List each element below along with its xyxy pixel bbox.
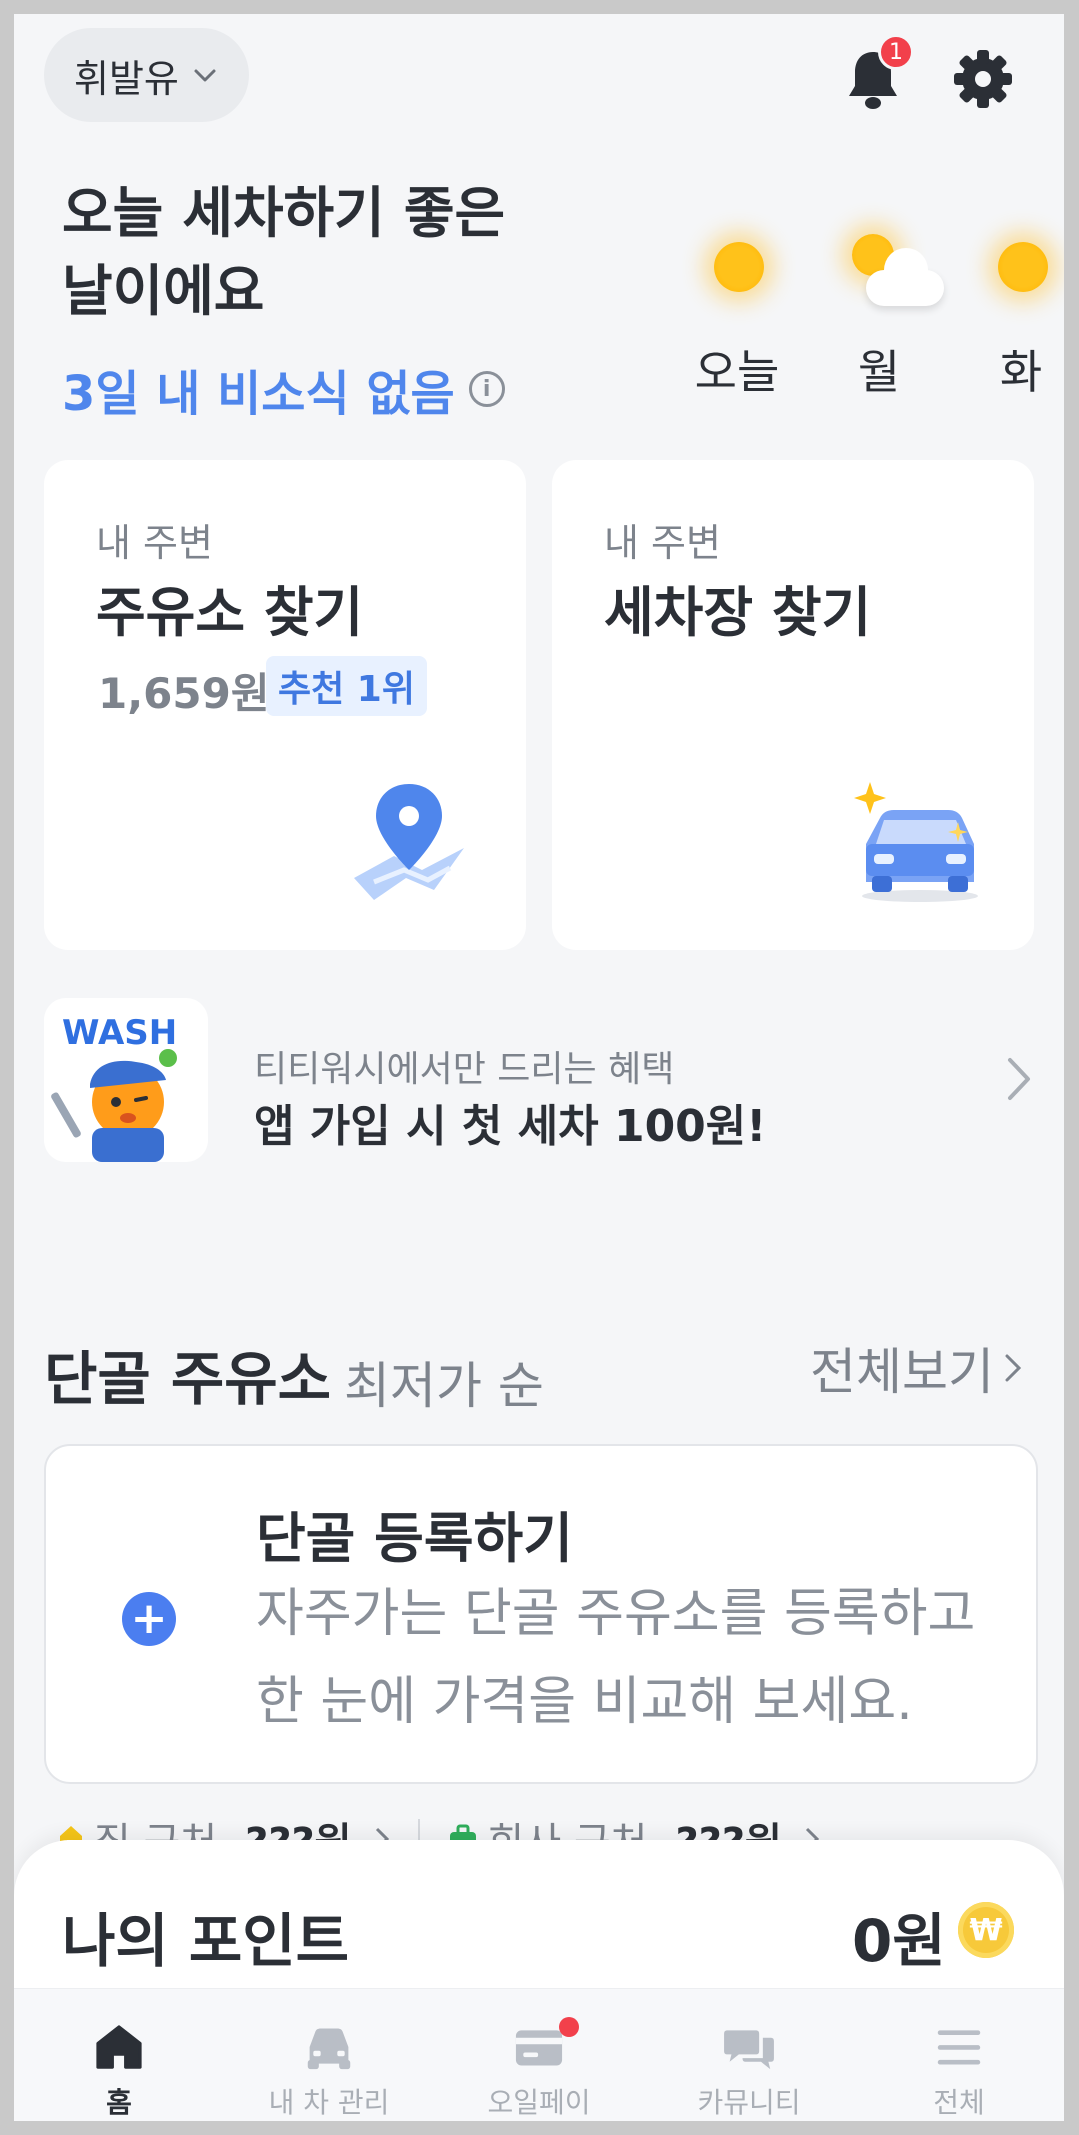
- view-all-link[interactable]: 전체보기: [810, 1332, 1022, 1404]
- menu-icon: [937, 2030, 981, 2065]
- notification-badge: 1: [878, 34, 914, 70]
- register-favorite-card[interactable]: + 단골 등록하기 자주가는 단골 주유소를 등록하고 한 눈에 가격을 비교해…: [44, 1444, 1038, 1784]
- sunny-icon: [672, 224, 802, 324]
- nav-oil-pay[interactable]: 오일페이: [434, 1989, 644, 2121]
- car-wash-icon: [854, 782, 978, 902]
- nav-all-menu[interactable]: 전체: [854, 1989, 1064, 2121]
- forecast-tuesday: 화: [956, 224, 1064, 402]
- plus-icon: +: [122, 1592, 176, 1646]
- fuel-type-selector[interactable]: 휘발유: [44, 28, 249, 122]
- app-screen: 휘발유 1 오늘 세차하기 좋은 날이에요 3일 내 비소식 없음 i 오늘 월…: [14, 14, 1064, 2121]
- promo-banner[interactable]: WASH 티티워시에서만 드리는 혜택 앱 가입 시 첫 세차 100원!: [44, 998, 1044, 1166]
- gear-icon[interactable]: [952, 48, 1014, 110]
- car-icon: [307, 2028, 351, 2070]
- home-icon: [96, 2025, 142, 2069]
- fuel-type-label: 휘발유: [74, 56, 179, 101]
- weather-headline: 오늘 세차하기 좋은 날이에요: [62, 181, 506, 323]
- sunny-icon: [956, 224, 1064, 324]
- wash-logo-thumbnail: WASH: [44, 998, 208, 1162]
- average-price: 1,659원: [98, 669, 270, 718]
- new-badge-dot: [559, 2017, 579, 2037]
- nav-home[interactable]: 홈: [14, 1989, 224, 2121]
- rain-forecast-note[interactable]: 3일 내 비소식 없음 i: [62, 354, 505, 424]
- nav-community[interactable]: 카뮤니티: [644, 1989, 854, 2121]
- map-pin-icon: [354, 784, 464, 900]
- wash-mascot-icon: WASH: [51, 1013, 177, 1162]
- find-gas-station-card[interactable]: 내 주변 주유소 찾기 1,659원 추천 1위: [44, 460, 526, 950]
- forecast-today: 오늘: [672, 224, 802, 402]
- section-title: 단골 주유소: [44, 1345, 331, 1413]
- chat-bubbles-icon: [724, 2030, 774, 2070]
- coin-icon: ₩: [958, 1902, 1014, 1958]
- info-icon[interactable]: i: [468, 371, 505, 407]
- partly-cloudy-icon: [814, 224, 944, 324]
- register-description: 자주가는 단골 주유소를 등록하고 한 눈에 가격을 비교해 보세요.: [256, 1584, 976, 1732]
- forecast-monday: 월: [814, 224, 944, 402]
- bottom-navigation: 홈 내 차 관리 오일페이 카뮤니티 전체: [14, 1988, 1064, 2121]
- nav-my-car[interactable]: 내 차 관리: [224, 1989, 434, 2121]
- recommend-badge: 추천 1위: [266, 656, 427, 716]
- chevron-right-icon: [1005, 1354, 1022, 1382]
- sort-label[interactable]: 최저가 순: [344, 1346, 544, 1418]
- svg-text:WASH: WASH: [62, 1013, 177, 1053]
- find-car-wash-card[interactable]: 내 주변 세차장 찾기: [552, 460, 1034, 950]
- chevron-right-icon: [1008, 1058, 1030, 1100]
- chevron-down-icon: [194, 69, 216, 82]
- points-value: 0원: [852, 1907, 946, 1975]
